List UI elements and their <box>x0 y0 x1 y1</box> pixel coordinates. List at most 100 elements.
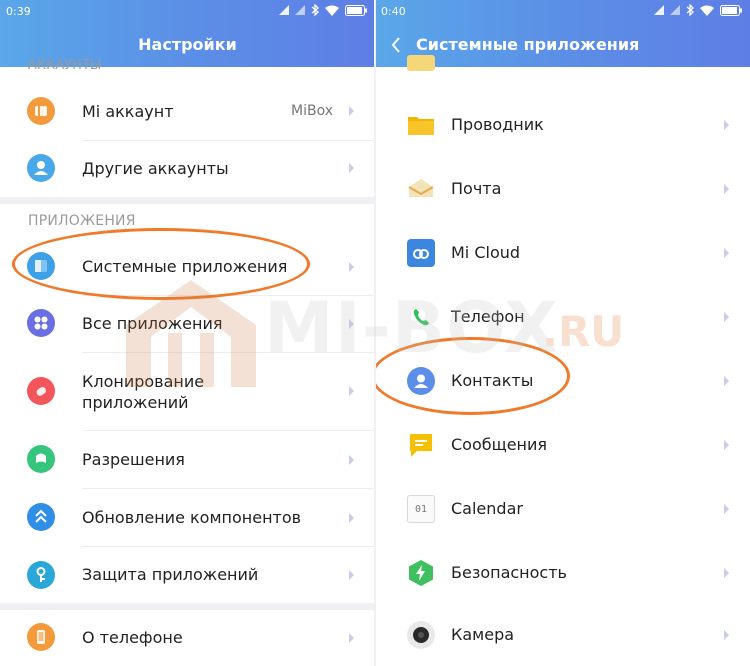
system-apps-list: Проводник Почта Mi Cloud Телефон Контакт… <box>375 55 750 666</box>
app-item-label: Сообщения <box>451 435 548 454</box>
chevron-right-icon <box>349 163 354 173</box>
chevron-right-icon <box>724 376 729 386</box>
chevron-right-icon <box>724 440 729 450</box>
app-item-contacts[interactable]: Контакты <box>375 349 750 413</box>
chevron-right-icon <box>724 630 729 640</box>
chevron-right-icon <box>349 513 354 523</box>
settings-item-app-lock[interactable]: Защита приложений <box>0 547 375 603</box>
bluetooth-icon <box>686 4 694 16</box>
phone-info-icon <box>27 623 55 651</box>
mi-account-icon <box>27 97 55 125</box>
app-item-label: Почта <box>451 179 502 198</box>
account-value: MiBox <box>291 103 333 119</box>
contacts-icon <box>407 367 435 395</box>
settings-item-clone-apps[interactable]: Клонирование приложений <box>0 353 375 430</box>
chevron-right-icon <box>349 106 354 116</box>
settings-item-about-phone[interactable]: О телефоне <box>0 610 375 666</box>
app-item-security[interactable]: Безопасность <box>375 541 750 605</box>
chevron-right-icon <box>349 262 354 272</box>
cut-off-item <box>407 55 435 71</box>
battery-icon <box>720 4 742 16</box>
chevron-left-icon <box>391 37 400 53</box>
settings-screen: 0:39 Настройки АККАУНТЫ Mi аккаунт MiBox <box>0 0 375 666</box>
app-item-label: Телефон <box>451 307 525 326</box>
chevron-right-icon <box>724 120 729 130</box>
status-bar: 0:40 <box>375 0 750 22</box>
system-apps-screen: 0:40 Системные приложения Проводник Почт… <box>375 0 750 666</box>
page-title: Системные приложения <box>416 35 640 54</box>
app-item-mail[interactable]: Почта <box>375 157 750 221</box>
app-item-phone[interactable]: Телефон <box>375 285 750 349</box>
settings-header: 0:39 Настройки <box>0 0 375 67</box>
signal-icon <box>279 5 289 15</box>
chevron-right-icon <box>724 312 729 322</box>
calendar-icon-text: 01 <box>414 503 428 515</box>
update-icon <box>27 503 55 531</box>
security-icon <box>407 559 435 587</box>
settings-item-mi-account[interactable]: Mi аккаунт MiBox <box>0 83 375 140</box>
clone-icon <box>27 377 55 405</box>
folder-icon <box>407 111 435 139</box>
section-header-apps: ПРИЛОЖЕНИЯ <box>28 213 136 229</box>
app-item-camera[interactable]: Камера <box>375 605 750 666</box>
calendar-icon: 01 <box>407 495 435 523</box>
key-icon <box>27 561 55 589</box>
chevron-right-icon <box>724 504 729 514</box>
cloud-icon <box>407 239 435 267</box>
system-apps-icon <box>27 252 55 280</box>
back-button[interactable] <box>383 31 409 59</box>
mail-icon <box>407 175 435 203</box>
chevron-right-icon <box>724 248 729 258</box>
chevron-right-icon <box>349 633 354 643</box>
app-item-explorer[interactable]: Проводник <box>375 93 750 157</box>
settings-item-permissions[interactable]: Разрешения <box>0 431 375 488</box>
chevron-right-icon <box>724 568 729 578</box>
chevron-right-icon <box>349 386 354 396</box>
app-item-label: Calendar <box>451 499 523 518</box>
app-item-calendar[interactable]: 01 Calendar <box>375 477 750 541</box>
app-item-label: Камера <box>451 625 515 644</box>
messages-icon <box>407 431 435 459</box>
settings-item-component-update[interactable]: Обновление компонентов <box>0 489 375 546</box>
settings-item-label: Системные приложения <box>82 257 288 276</box>
settings-item-label: Другие аккаунты <box>82 159 229 178</box>
section-header-accounts: АККАУНТЫ <box>28 58 102 73</box>
chevron-right-icon <box>724 184 729 194</box>
wifi-icon <box>325 5 339 16</box>
signal-icon <box>654 5 664 15</box>
settings-item-other-accounts[interactable]: Другие аккаунты <box>0 141 375 197</box>
settings-item-label: Обновление компонентов <box>82 508 302 527</box>
user-icon <box>27 154 55 182</box>
status-bar: 0:39 <box>0 0 375 22</box>
settings-item-label: Все приложения <box>82 314 223 333</box>
wifi-icon <box>700 5 714 16</box>
signal-icon <box>670 5 680 15</box>
chevron-right-icon <box>349 455 354 465</box>
app-item-label: Безопасность <box>451 563 567 582</box>
app-item-mi-cloud[interactable]: Mi Cloud <box>375 221 750 285</box>
app-item-label: Проводник <box>451 115 544 134</box>
settings-list: АККАУНТЫ Mi аккаунт MiBox Другие аккаунт… <box>0 58 375 666</box>
signal-icon <box>295 5 305 15</box>
status-time: 0:40 <box>381 5 406 18</box>
phone-icon <box>407 303 435 331</box>
settings-item-system-apps[interactable]: Системные приложения <box>0 237 375 295</box>
chevron-right-icon <box>349 570 354 580</box>
battery-icon <box>345 4 367 16</box>
bluetooth-icon <box>311 4 319 16</box>
settings-item-label: Mi аккаунт <box>82 102 174 121</box>
status-icons <box>654 4 742 16</box>
status-time: 0:39 <box>6 5 31 18</box>
page-title: Настройки <box>138 35 237 54</box>
permissions-icon <box>27 445 55 473</box>
app-item-messages[interactable]: Сообщения <box>375 413 750 477</box>
settings-item-all-apps[interactable]: Все приложения <box>0 296 375 352</box>
all-apps-icon <box>27 309 55 337</box>
app-item-label: Контакты <box>451 371 534 390</box>
settings-item-label: О телефоне <box>82 628 183 647</box>
settings-item-label-line2: приложений <box>82 393 189 412</box>
app-item-label: Mi Cloud <box>451 243 521 262</box>
chevron-right-icon <box>349 319 354 329</box>
settings-item-label: Защита приложений <box>82 565 259 584</box>
camera-icon <box>407 621 435 649</box>
